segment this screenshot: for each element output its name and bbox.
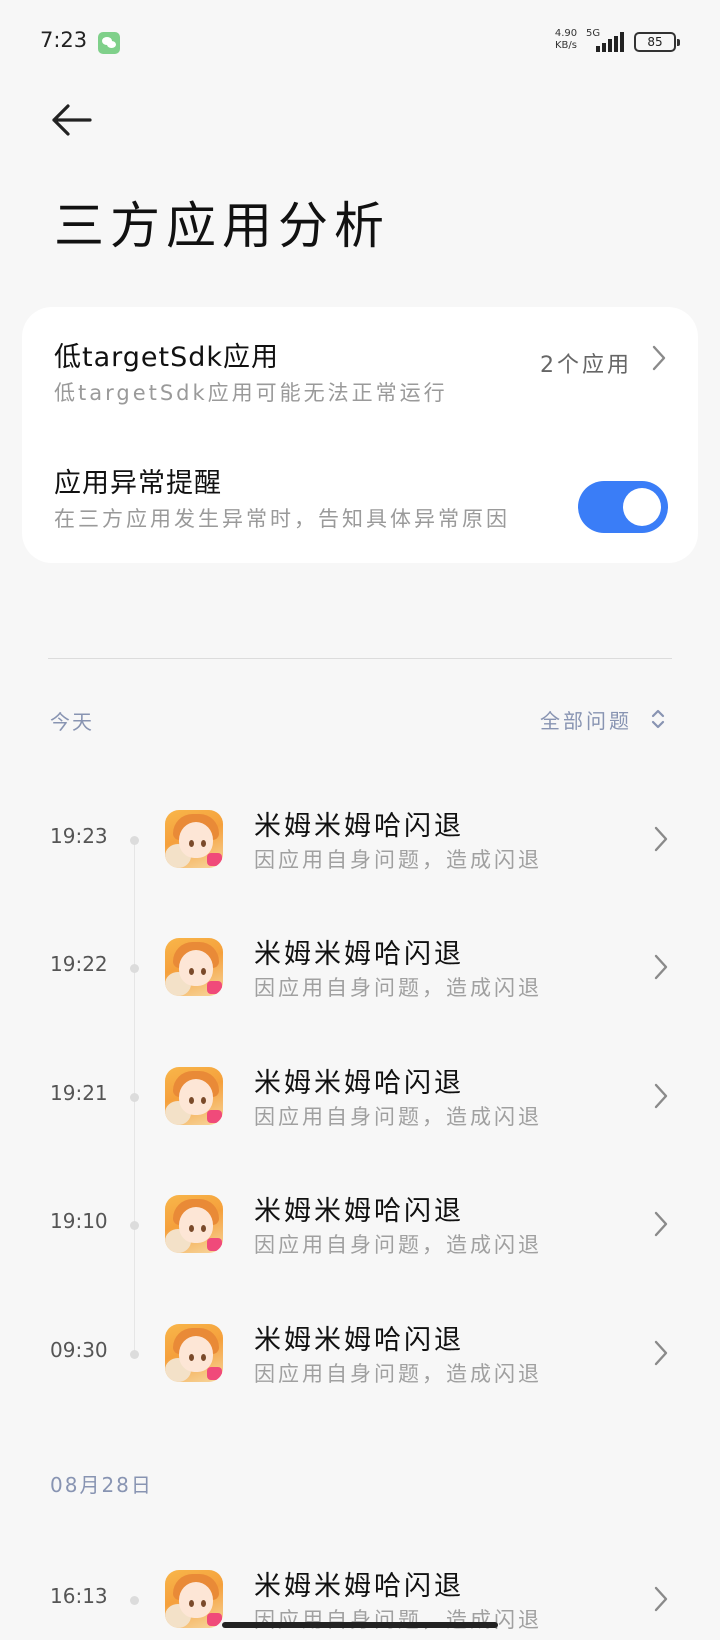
event-time: 19:21 xyxy=(50,1081,108,1105)
event-title: 米姆米姆哈闪退 xyxy=(254,1571,464,1602)
event-title: 米姆米姆哈闪退 xyxy=(254,811,464,842)
back-button[interactable] xyxy=(44,96,100,144)
event-subtitle: 因应用自身问题，造成闪退 xyxy=(254,1233,542,1257)
chevron-right-icon xyxy=(654,826,668,852)
issue-filter-dropdown[interactable]: 全部问题 xyxy=(540,703,680,735)
chevron-right-icon xyxy=(654,1340,668,1366)
low-target-sdk-row[interactable]: 低targetSdk应用 低targetSdk应用可能无法正常运行 2个应用 xyxy=(22,335,698,447)
sort-updown-icon xyxy=(651,709,665,729)
status-time: 7:23 xyxy=(40,28,88,52)
home-indicator xyxy=(222,1622,498,1628)
crash-event-row[interactable]: 19:22 米姆米姆哈闪退因应用自身问题，造成闪退 xyxy=(0,918,720,1018)
event-subtitle: 因应用自身问题，造成闪退 xyxy=(254,1362,542,1386)
wechat-icon xyxy=(98,32,120,54)
event-subtitle: 因应用自身问题，造成闪退 xyxy=(254,1608,542,1632)
timeline-dot xyxy=(130,836,139,845)
network-speed: 4.90 KB/s xyxy=(550,28,582,52)
crash-alert-toggle[interactable] xyxy=(578,481,668,533)
crash-event-row[interactable]: 19:10 米姆米姆哈闪退因应用自身问题，造成闪退 xyxy=(0,1175,720,1275)
status-bar: 7:23 4.90 KB/s 5G 85 xyxy=(0,0,720,80)
timeline-dot xyxy=(130,1596,139,1605)
crash-event-row[interactable]: 19:23 米姆米姆哈闪退因应用自身问题，造成闪退 xyxy=(0,790,720,890)
page-title: 三方应用分析 xyxy=(54,197,390,255)
divider xyxy=(48,658,672,659)
timeline-dot xyxy=(130,964,139,973)
toggle-knob xyxy=(623,488,661,526)
settings-card: 低targetSdk应用 低targetSdk应用可能无法正常运行 2个应用 应… xyxy=(22,307,698,563)
crash-event-row[interactable]: 19:21 米姆米姆哈闪退因应用自身问题，造成闪退 xyxy=(0,1047,720,1147)
timeline-dot xyxy=(130,1221,139,1230)
issue-filter-label: 全部问题 xyxy=(540,709,632,733)
event-title: 米姆米姆哈闪退 xyxy=(254,939,464,970)
event-time: 09:30 xyxy=(50,1338,108,1362)
event-title: 米姆米姆哈闪退 xyxy=(254,1068,464,1099)
app-icon-mimu xyxy=(165,1067,223,1125)
low-target-sdk-count: 2个应用 xyxy=(540,353,632,378)
crash-alert-title: 应用异常提醒 xyxy=(54,468,222,499)
low-target-sdk-subtitle: 低targetSdk应用可能无法正常运行 xyxy=(54,381,448,405)
app-icon-mimu xyxy=(165,1195,223,1253)
timeline-dot xyxy=(130,1350,139,1359)
network-speed-unit: KB/s xyxy=(555,40,577,51)
section-date-0828: 08月28日 xyxy=(50,1473,153,1497)
section-date-today: 今天 xyxy=(50,710,94,734)
event-time: 16:13 xyxy=(50,1584,108,1608)
arrow-left-icon xyxy=(52,104,92,136)
event-time: 19:10 xyxy=(50,1209,108,1233)
crash-event-row[interactable]: 09:30 米姆米姆哈闪退因应用自身问题，造成闪退 xyxy=(0,1304,720,1404)
app-analysis-page: 7:23 4.90 KB/s 5G 85 三方应用分析 低targetSdk应用… xyxy=(0,0,720,1640)
event-time: 19:22 xyxy=(50,952,108,976)
app-icon-mimu xyxy=(165,810,223,868)
chevron-right-icon xyxy=(654,1211,668,1237)
event-subtitle: 因应用自身问题，造成闪退 xyxy=(254,976,542,1000)
low-target-sdk-title: 低targetSdk应用 xyxy=(54,342,280,373)
app-icon-mimu xyxy=(165,938,223,996)
network-speed-value: 4.90 xyxy=(554,28,578,39)
signal-icon xyxy=(596,32,626,52)
app-icon-mimu xyxy=(165,1570,223,1628)
chevron-right-icon xyxy=(652,345,666,371)
chevron-right-icon xyxy=(654,954,668,980)
timeline-dot xyxy=(130,1093,139,1102)
crash-alert-subtitle: 在三方应用发生异常时，告知具体异常原因 xyxy=(54,507,510,531)
crash-alert-row: 应用异常提醒 在三方应用发生异常时，告知具体异常原因 xyxy=(22,461,698,573)
app-icon-mimu xyxy=(165,1324,223,1382)
chevron-right-icon xyxy=(654,1586,668,1612)
battery-icon: 85 xyxy=(634,32,680,52)
event-time: 19:23 xyxy=(50,824,108,848)
chevron-right-icon xyxy=(654,1083,668,1109)
event-subtitle: 因应用自身问题，造成闪退 xyxy=(254,1105,542,1129)
battery-level: 85 xyxy=(647,35,663,49)
event-subtitle: 因应用自身问题，造成闪退 xyxy=(254,848,542,872)
event-title: 米姆米姆哈闪退 xyxy=(254,1196,464,1227)
event-title: 米姆米姆哈闪退 xyxy=(254,1325,464,1356)
